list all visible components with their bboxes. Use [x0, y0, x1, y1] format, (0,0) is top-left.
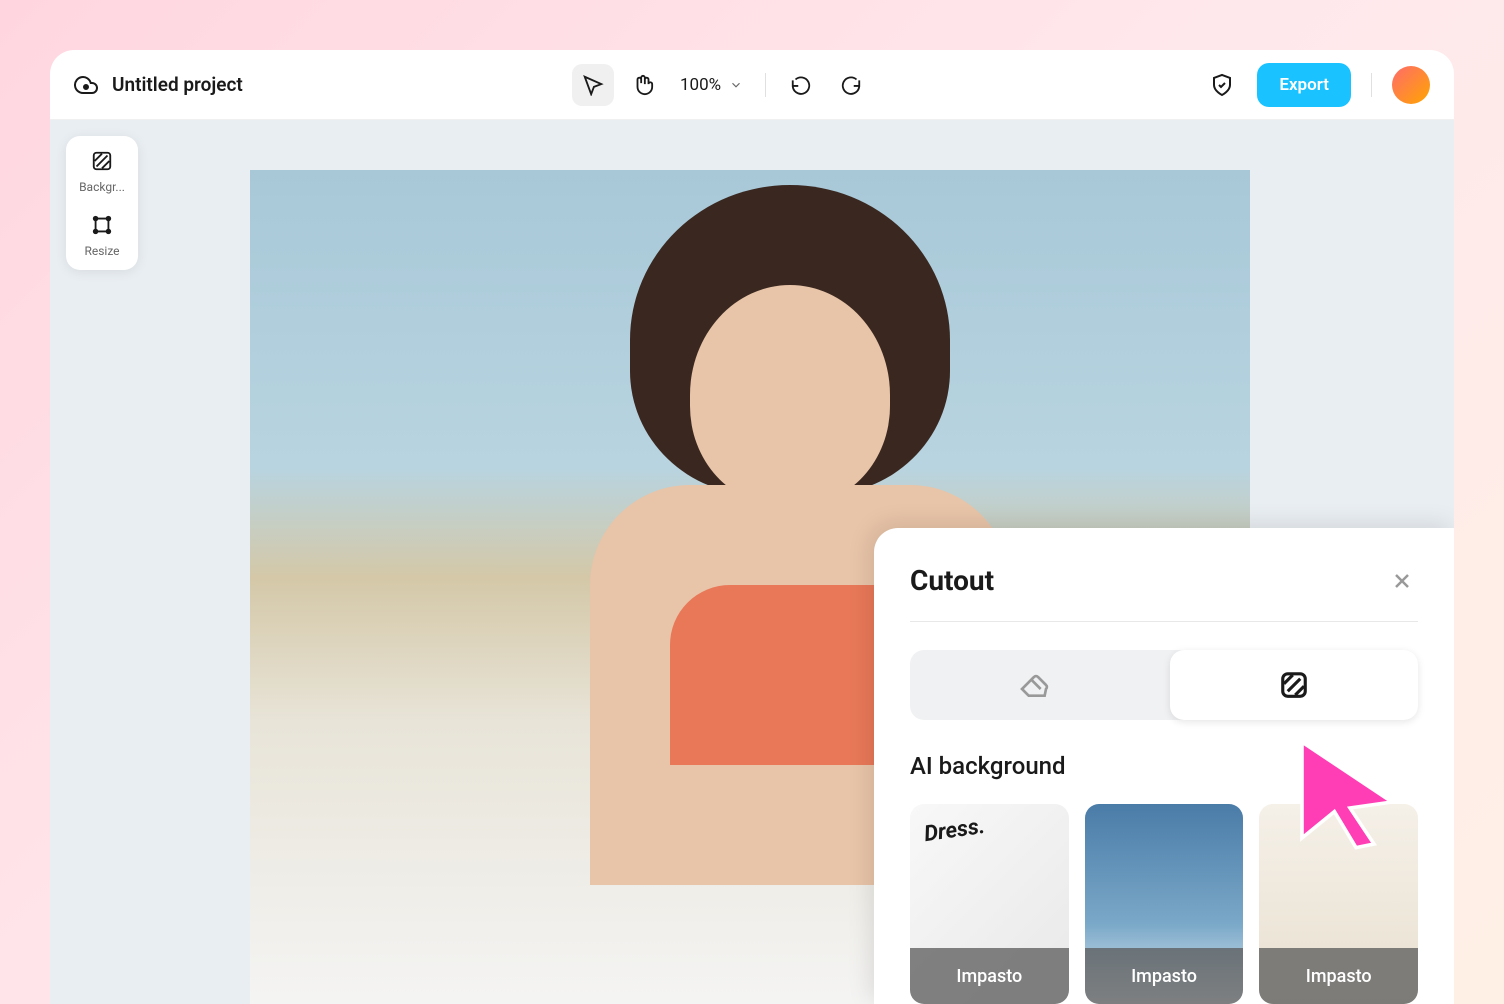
app-window: Untitled project 100% [50, 50, 1454, 1004]
export-button[interactable]: Export [1257, 63, 1351, 107]
divider [1371, 73, 1372, 97]
background-grid: Dress. Impasto Impasto Impasto [910, 804, 1418, 1004]
select-tool-button[interactable] [572, 64, 614, 106]
side-tools-panel: Backgr... Resize [66, 136, 138, 270]
shield-icon[interactable] [1201, 64, 1243, 106]
toolbar-center-group: 100% [255, 64, 1190, 106]
resize-icon [89, 212, 115, 238]
panel-header: Cutout [910, 564, 1418, 622]
bg-option-label: Impasto [1085, 948, 1244, 1004]
close-icon [1390, 569, 1414, 593]
bg-option-label: Impasto [910, 948, 1069, 1004]
bg-preview-decoration: Dress. [923, 814, 987, 847]
top-toolbar: Untitled project 100% [50, 50, 1454, 120]
project-title[interactable]: Untitled project [112, 73, 243, 96]
divider [765, 73, 766, 97]
eraser-tab[interactable] [910, 650, 1158, 720]
background-option-1[interactable]: Dress. Impasto [910, 804, 1069, 1004]
side-tool-label: Resize [70, 244, 134, 258]
panel-title: Cutout [910, 564, 994, 597]
toolbar-right-group: Export [1201, 63, 1430, 107]
redo-button[interactable] [830, 64, 872, 106]
toolbar-left-group: Untitled project [74, 73, 243, 97]
bg-option-label: Impasto [1259, 948, 1418, 1004]
cloud-icon[interactable] [74, 73, 98, 97]
chevron-down-icon [729, 78, 743, 92]
undo-button[interactable] [780, 64, 822, 106]
background-option-2[interactable]: Impasto [1085, 804, 1244, 1004]
eraser-icon [1018, 669, 1050, 701]
background-tool[interactable]: Backgr... [66, 148, 138, 194]
background-tab[interactable] [1170, 650, 1418, 720]
background-icon [89, 148, 115, 174]
zoom-dropdown[interactable]: 100% [672, 75, 751, 95]
hand-tool-button[interactable] [622, 64, 664, 106]
side-tool-label: Backgr... [70, 180, 134, 194]
close-button[interactable] [1386, 565, 1418, 597]
resize-tool[interactable]: Resize [66, 212, 138, 258]
user-avatar[interactable] [1392, 66, 1430, 104]
cutout-tab-row [910, 650, 1418, 720]
canvas-area: Backgr... Resize [50, 120, 1454, 1004]
zoom-value: 100% [680, 75, 721, 95]
cutout-panel: Cutout [874, 528, 1454, 1004]
ai-background-title: AI background [910, 752, 1418, 780]
background-option-3[interactable]: Impasto [1259, 804, 1418, 1004]
background-pattern-icon [1279, 670, 1309, 700]
